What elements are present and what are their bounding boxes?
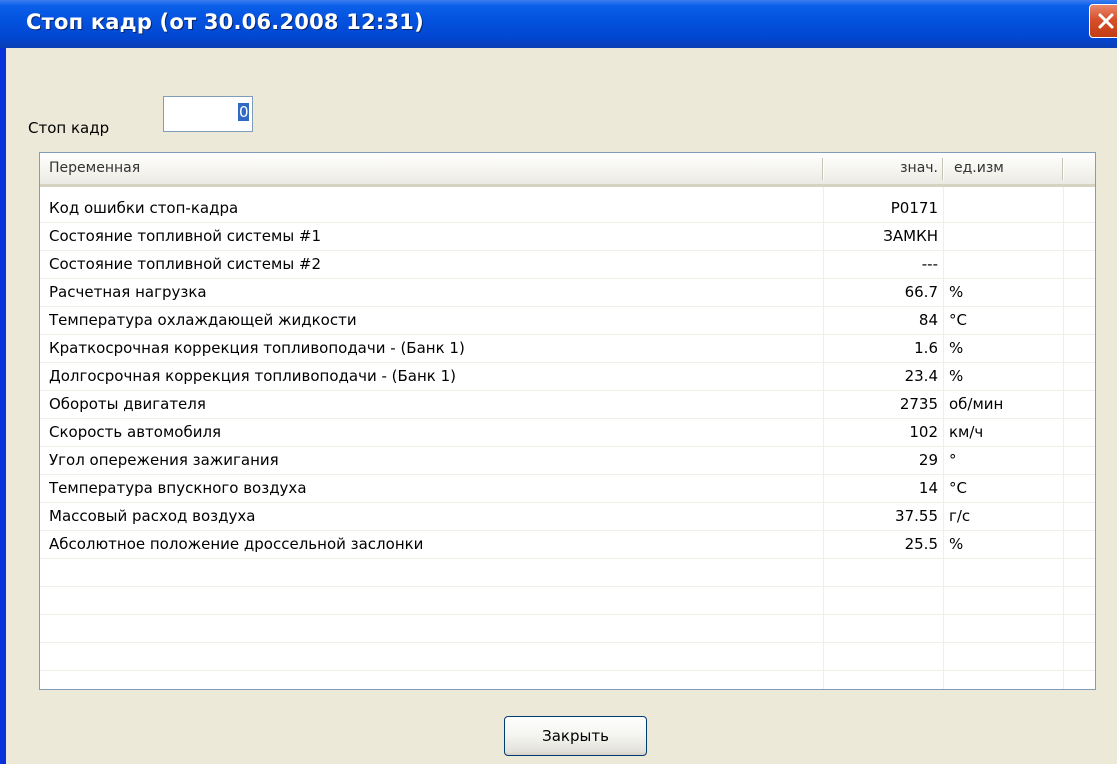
row-value [824,559,938,586]
row-unit: % [949,283,964,301]
row-variable-name: Расчетная нагрузка [49,283,207,301]
row-variable-name: Абсолютное положение дроссельной заслонк… [49,535,424,553]
row-value [824,671,938,689]
row-value [824,643,938,670]
row-variable-name: Температура впускного воздуха [49,479,307,497]
row-variable-name: Долгосрочная коррекция топливоподачи - (… [49,367,457,385]
table-row[interactable] [40,559,1095,587]
row-unit [949,223,1059,250]
row-value: 14 [918,479,938,497]
frame-number-label: Стоп кадр [28,119,110,137]
row-unit [949,195,1059,222]
table-row[interactable]: Скорость автомобиля 102 км/ч [40,419,1095,447]
row-value: P0171 [890,199,938,217]
row-unit: % [949,367,964,385]
table-row[interactable]: Код ошибки стоп-кадра P0171 [40,195,1095,223]
row-value: 37.55 [895,507,938,525]
row-variable-name [49,615,819,642]
table-row[interactable]: Состояние топливной системы #2 --- [40,251,1095,279]
row-unit: об/мин [949,395,1004,413]
row-unit: ° [949,451,957,469]
row-variable-name: Угол опережения зажигания [49,451,279,469]
frame-number-value: 0 [239,103,249,121]
stop-frame-dialog: Стоп кадр (от 30.06.2008 12:31) Стоп кад… [0,0,1117,764]
table-row[interactable]: Угол опережения зажигания 29 ° [40,447,1095,475]
table-row[interactable]: Массовый расход воздуха 37.55 г/с [40,503,1095,531]
header-variable[interactable]: Переменная [49,153,140,184]
row-unit [949,643,1059,670]
row-variable-name: Краткосрочная коррекция топливоподачи - … [49,339,465,357]
table-row[interactable]: Абсолютное положение дроссельной заслонк… [40,531,1095,559]
row-variable-name [49,587,819,614]
row-value [824,615,938,642]
row-unit [949,671,1059,689]
row-variable-name: Скорость автомобиля [49,423,222,441]
row-unit: % [949,339,964,357]
table-row[interactable]: Краткосрочная коррекция топливоподачи - … [40,335,1095,363]
row-value: 25.5 [904,535,938,553]
row-variable-name: Состояние топливной системы #2 [49,255,322,273]
table-row[interactable]: Обороты двигателя 2735 об/мин [40,391,1095,419]
table-row[interactable]: Состояние топливной системы #1 ЗАМКН [40,223,1095,251]
row-variable-name [49,671,819,689]
row-value: 102 [909,423,938,441]
row-variable-name: Код ошибки стоп-кадра [49,199,239,217]
header-separator [822,158,824,180]
table-header: Переменная знач. ед.изм [40,153,1095,187]
row-variable-name [49,643,819,670]
row-value: 29 [918,451,938,469]
row-unit [949,559,1059,586]
row-unit: °C [949,311,967,329]
row-unit: км/ч [949,423,984,441]
close-button[interactable]: Закрыть [504,716,647,756]
row-unit: % [949,535,964,553]
row-unit [949,615,1059,642]
title-bar[interactable]: Стоп кадр (от 30.06.2008 12:31) [0,0,1117,48]
table-row[interactable]: Температура охлаждающей жидкости 84 °C [40,307,1095,335]
row-unit: °C [949,479,967,497]
row-value: ЗАМКН [883,227,938,245]
table-row[interactable]: Расчетная нагрузка 66.7% [40,279,1095,307]
row-variable-name [49,559,819,586]
table-row[interactable]: Температура впускного воздуха 14 °C [40,475,1095,503]
table-body: Код ошибки стоп-кадра P0171 Состояние топл… [40,195,1095,689]
row-value: 23.4 [904,367,938,385]
row-variable-name: Обороты двигателя [49,395,206,413]
row-value [824,587,938,614]
row-value: 2735 [899,395,938,413]
close-icon [1098,13,1114,29]
row-value: 1.6 [914,339,938,357]
row-value: --- [921,255,938,273]
row-unit: г/с [949,507,971,525]
freeze-frame-table[interactable]: Переменная знач. ед.изм Код ошибки стоп-… [39,152,1096,690]
table-row[interactable] [40,643,1095,671]
header-separator [942,158,944,180]
window-title: Стоп кадр (от 30.06.2008 12:31) [26,10,424,34]
table-row[interactable] [40,615,1095,643]
header-separator [1062,158,1064,180]
row-value: 84 [918,311,938,329]
window-close-button[interactable] [1089,4,1117,38]
row-variable-name: Температура охлаждающей жидкости [49,311,357,329]
row-variable-name: Состояние топливной системы #1 [49,227,322,245]
row-unit [949,251,1059,278]
table-row[interactable]: Долгосрочная коррекция топливоподачи - (… [40,363,1095,391]
header-unit[interactable]: ед.изм [954,153,1004,184]
row-variable-name: Массовый расход воздуха [49,507,256,525]
row-value: 66.7 [904,283,938,301]
table-row[interactable] [40,671,1095,689]
table-row[interactable] [40,587,1095,615]
header-value[interactable]: знач. [824,153,938,184]
row-unit [949,587,1059,614]
